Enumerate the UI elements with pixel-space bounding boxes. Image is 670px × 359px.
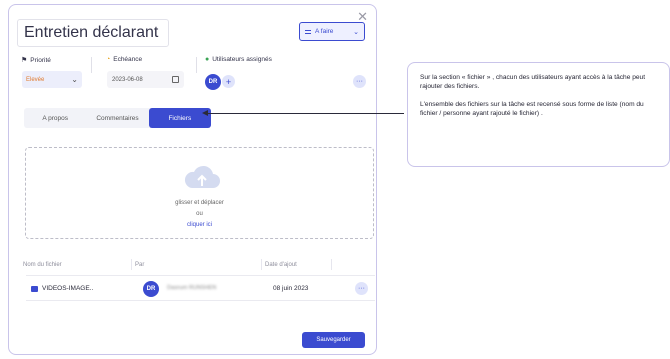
- tab-bar: A propos Commentaires Fichiers: [24, 108, 211, 128]
- image-file-icon: [31, 286, 38, 292]
- column-header-date: Date d'ajout: [265, 262, 297, 268]
- cloud-upload-icon: [184, 165, 220, 188]
- column-header-by: Par: [135, 262, 145, 268]
- divider: [261, 259, 262, 270]
- added-by-name: Dasnum RUNSHEN: [167, 285, 217, 291]
- added-date: 08 juin 2023: [273, 285, 309, 292]
- row-more-button[interactable]: ···: [355, 282, 368, 295]
- divider: [331, 259, 332, 270]
- arrow-head-icon: [202, 110, 208, 116]
- chevron-down-icon: ⌄: [71, 75, 78, 84]
- column-header-file: Nom du fichier: [23, 262, 62, 268]
- clock-icon: ◔: [106, 56, 111, 63]
- due-date-input[interactable]: 2023-06-08: [107, 71, 184, 88]
- file-dropzone[interactable]: glisser et déplacer ou cliquer ici: [25, 147, 374, 239]
- avatar: DR: [143, 281, 159, 297]
- table-row[interactable]: VIDEOS-IMAGE.. DR Dasnum RUNSHEN 08 juin…: [26, 275, 375, 301]
- divider: [131, 259, 132, 270]
- status-value: A faire: [315, 28, 334, 35]
- task-title-input[interactable]: Entretien déclarant: [17, 19, 169, 47]
- more-options-button[interactable]: ···: [353, 75, 366, 88]
- click-here-link[interactable]: cliquer ici: [26, 222, 373, 228]
- annotation-callout: Sur la section « fichier » , chacun des …: [407, 62, 670, 167]
- status-select[interactable]: A faire ⌄: [299, 22, 365, 41]
- flag-icon: ⚑: [21, 57, 28, 64]
- priority-select[interactable]: Elevée ⌄: [22, 71, 82, 88]
- tab-commentaires[interactable]: Commentaires: [86, 108, 148, 128]
- priority-value: Elevée: [26, 76, 45, 83]
- tab-a-propos[interactable]: A propos: [24, 108, 86, 128]
- calendar-icon: [172, 76, 179, 83]
- task-modal: ✕ Entretien déclarant A faire ⌄ ⚑ Priori…: [8, 4, 377, 355]
- divider: [196, 57, 197, 73]
- due-label: ◔ Echéance: [106, 56, 143, 63]
- save-button[interactable]: Sauvegarder: [302, 332, 365, 348]
- avatar[interactable]: DR: [205, 74, 221, 90]
- chevron-down-icon: ⌄: [353, 28, 359, 36]
- add-user-button[interactable]: +: [222, 75, 235, 88]
- drag-text: glisser et déplacer: [175, 200, 224, 206]
- callout-paragraph-1: Sur la section « fichier » , chacun des …: [420, 74, 646, 90]
- list-icon: [305, 29, 311, 34]
- users-icon: ●: [205, 56, 210, 63]
- priority-label: ⚑ Priorité: [21, 56, 51, 65]
- pointer-arrow-line: [205, 113, 404, 114]
- callout-paragraph-2: L'ensemble des fichiers sur la tâche est…: [420, 101, 644, 117]
- divider: [91, 57, 92, 73]
- users-label: ● Utilisateurs assignés: [205, 56, 272, 63]
- or-text: ou: [196, 211, 203, 217]
- due-date-value: 2023-06-08: [112, 76, 143, 83]
- file-name[interactable]: VIDEOS-IMAGE..: [42, 285, 93, 292]
